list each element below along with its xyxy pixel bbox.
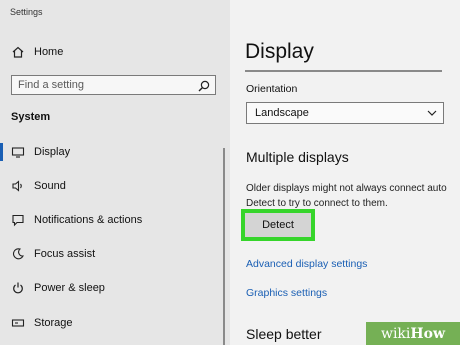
storage-icon (11, 316, 25, 330)
detect-button[interactable]: Detect (245, 213, 311, 237)
orientation-dropdown[interactable]: Landscape (246, 102, 444, 124)
sidebar-item-label: Notifications & actions (34, 214, 143, 226)
sidebar-item-label: Home (34, 46, 64, 58)
sidebar-item-focus-assist[interactable]: Focus assist (0, 242, 230, 266)
advanced-display-settings-link[interactable]: Advanced display settings (246, 258, 367, 270)
sidebar-item-storage[interactable]: Storage (0, 311, 230, 335)
sidebar-item-label: Sound (34, 180, 66, 192)
sidebar-item-display[interactable]: Display (0, 140, 230, 164)
orientation-label: Orientation (246, 83, 298, 95)
home-icon (11, 45, 25, 59)
search-icon[interactable] (198, 79, 210, 92)
orientation-value: Landscape (255, 107, 309, 119)
section-heading: System (11, 111, 51, 123)
multiple-displays-description: Older displays might not always connect … (246, 183, 447, 209)
speaker-icon (11, 179, 25, 193)
sidebar-item-label: Storage (34, 317, 73, 329)
search-input[interactable] (18, 78, 188, 92)
sidebar-item-label: Focus assist (34, 248, 96, 260)
sidebar-item-home[interactable]: Home (0, 40, 230, 64)
sidebar-item-label: Display (34, 146, 71, 158)
watermark-part1: wiki (380, 325, 411, 342)
main-panel: Display Orientation Landscape Multiple d… (230, 0, 460, 345)
sidebar-item-sound[interactable]: Sound (0, 174, 230, 198)
search-box[interactable] (11, 75, 216, 95)
scroll-indicator (245, 70, 442, 72)
monitor-icon (11, 145, 25, 159)
wikihow-watermark: wiki How (366, 322, 460, 345)
page-title: Display (245, 40, 314, 63)
notification-icon (11, 213, 25, 227)
watermark-part2: How (410, 325, 446, 342)
multiple-displays-heading: Multiple displays (246, 149, 349, 165)
sidebar-item-notifications[interactable]: Notifications & actions (0, 208, 230, 232)
sidebar: Settings Home System Display Sound Notif… (0, 0, 230, 345)
power-icon (11, 281, 25, 295)
sidebar-scrollbar[interactable] (223, 148, 225, 345)
sidebar-item-power-sleep[interactable]: Power & sleep (0, 276, 230, 300)
sleep-better-heading: Sleep better (246, 326, 322, 342)
chevron-down-icon (427, 110, 437, 116)
graphics-settings-link[interactable]: Graphics settings (246, 287, 327, 299)
moon-icon (11, 247, 25, 261)
window-title: Settings (10, 7, 43, 17)
sidebar-item-label: Power & sleep (34, 282, 105, 294)
